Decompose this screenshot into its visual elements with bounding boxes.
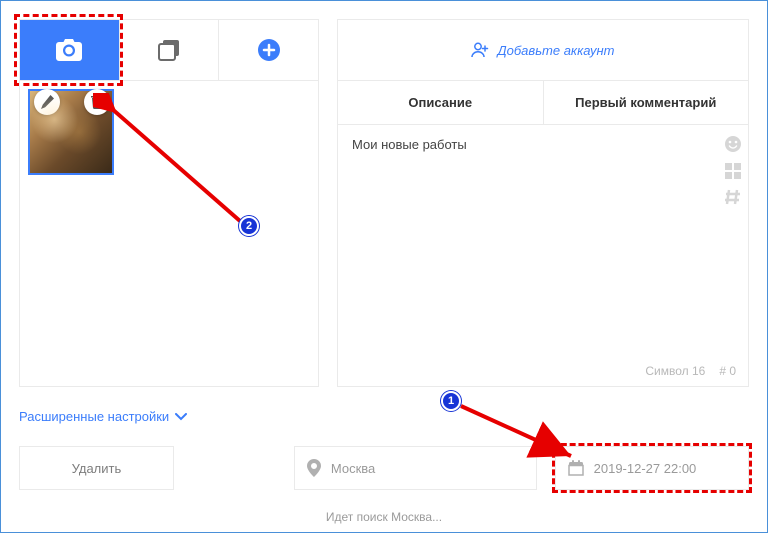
thumbnail-item[interactable] (28, 89, 114, 175)
location-pin-icon (307, 459, 321, 477)
datetime-value: 2019-12-27 22:00 (594, 461, 697, 476)
tab-add[interactable] (218, 20, 318, 80)
tab-photo[interactable] (20, 20, 119, 80)
add-account-button[interactable]: Добавьте аккаунт (337, 19, 749, 81)
delete-button[interactable]: Удалить (19, 446, 174, 490)
calendar-icon (568, 460, 584, 476)
description-text: Мои новые работы (352, 137, 734, 152)
datetime-input[interactable]: 2019-12-27 22:00 (555, 446, 749, 490)
location-input[interactable]: Москва (294, 446, 537, 490)
trash-icon (91, 95, 104, 109)
tab-description[interactable]: Описание (338, 81, 543, 124)
search-status: Идет поиск Москва... (19, 510, 749, 524)
char-counter: Символ 16 # 0 (645, 364, 736, 378)
add-account-label: Добавьте аккаунт (497, 43, 614, 58)
user-plus-icon (471, 42, 489, 58)
right-panel: Добавьте аккаунт Описание Первый коммент… (337, 19, 749, 387)
delete-thumb-button[interactable] (84, 89, 110, 115)
plus-circle-icon (257, 38, 281, 62)
bottom-row: Удалить Москва 2019-12-27 22:00 (19, 446, 749, 490)
emoji-icon[interactable] (724, 135, 742, 153)
thumbnails-area (19, 81, 319, 387)
tab-first-comment[interactable]: Первый комментарий (543, 81, 749, 124)
pencil-icon (40, 95, 54, 109)
edit-button[interactable] (34, 89, 60, 115)
location-value: Москва (331, 461, 375, 476)
badge-2: 2 (239, 216, 259, 236)
left-panel (19, 19, 319, 387)
left-tabs (19, 19, 319, 81)
side-icons (724, 135, 742, 205)
advanced-settings-toggle[interactable]: Расширенные настройки (19, 405, 749, 428)
hashtag-icon[interactable] (725, 189, 741, 205)
grid-icon[interactable] (725, 163, 741, 179)
stack-icon (158, 39, 180, 61)
tab-gallery[interactable] (119, 20, 219, 80)
right-tabs: Описание Первый комментарий (337, 81, 749, 125)
badge-1: 1 (441, 391, 461, 411)
description-area[interactable]: Мои новые работы Символ 16 # 0 (337, 125, 749, 387)
camera-icon (56, 39, 82, 61)
chevron-down-icon (175, 413, 187, 421)
